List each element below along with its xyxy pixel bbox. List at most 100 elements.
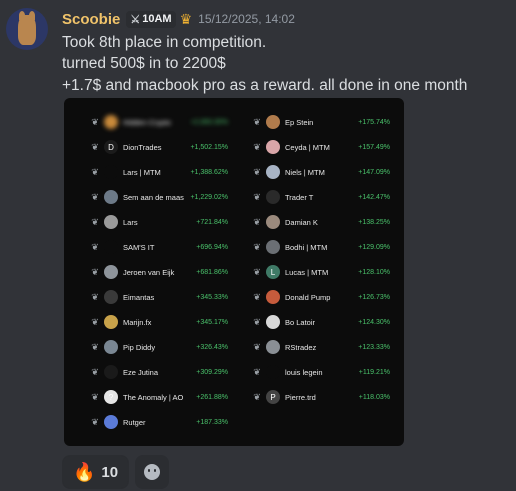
trader-name: Lars | MTM — [123, 167, 161, 177]
laurel-icon: ❦ — [253, 141, 261, 152]
smiley-icon — [144, 464, 161, 480]
trader-name: Ceyda | MTM — [285, 142, 330, 152]
trader-return: +261.88% — [196, 393, 228, 401]
trader-name: DionTrades — [123, 142, 162, 152]
trader-name: Lars — [123, 217, 138, 227]
trader-avatar — [104, 315, 118, 329]
trader-return: +123.33% — [358, 343, 390, 351]
trader-name: Donald Pump — [285, 292, 331, 302]
laurel-icon: ❦ — [253, 266, 261, 277]
leaderboard-row: ❦15Ceyda | MTM+157.49% — [250, 135, 390, 159]
reaction-button[interactable]: 🔥 10 — [62, 455, 130, 489]
trader-name: Marijn.fx — [123, 317, 152, 327]
leaderboard-row: ❦7Jeroen van Eijk+681.86% — [88, 260, 228, 284]
laurel-icon: ❦ — [91, 266, 99, 277]
trader-avatar: ? — [104, 390, 118, 404]
trader-avatar — [104, 265, 118, 279]
trader-avatar: P — [266, 390, 280, 404]
reactions-bar: 🔥 10 — [62, 455, 170, 489]
trader-name: The Anomaly | AO — [123, 392, 184, 402]
leaderboard-row: ❦11Eze Jutina+309.29% — [88, 360, 228, 384]
laurel-icon: ❦ — [91, 241, 99, 252]
trader-return: +118.03% — [358, 393, 390, 401]
leaderboard-row: ❦8Eimantas+345.33% — [88, 285, 228, 309]
leaderboard-row: ❦10Pip Diddy+326.43% — [88, 335, 228, 359]
leaderboard-row: ❦1Hidden Crypto+2,083.30% — [88, 110, 228, 134]
trader-return: +1,388.62% — [190, 168, 228, 176]
trader-name: Bodhi | MTM — [285, 242, 328, 252]
laurel-icon: ❦ — [91, 166, 99, 177]
role-badge[interactable]: ⚔ 10AM — [126, 10, 176, 28]
trader-name: Pip Diddy — [123, 342, 156, 352]
trader-avatar — [266, 315, 280, 329]
trader-avatar — [266, 215, 280, 229]
leaderboard-row: ❦9Marijn.fx+345.17% — [88, 310, 228, 334]
message-header: Scoobie ⚔ 10AM ♛ 15/12/2025, 14:02 — [62, 9, 295, 29]
avatar-figure — [18, 15, 36, 45]
laurel-icon: ❦ — [253, 166, 261, 177]
trader-avatar — [266, 290, 280, 304]
leaderboard-row: ❦14Ep Stein+175.74% — [250, 110, 390, 134]
trader-avatar — [104, 240, 118, 254]
laurel-icon: ❦ — [91, 291, 99, 302]
trader-return: +119.21% — [358, 368, 390, 376]
leaderboard-row: ❦25PPierre.trd+118.03% — [250, 385, 390, 409]
leaderboard-row: ❦24louis legein+119.21% — [250, 360, 390, 384]
laurel-icon: ❦ — [253, 116, 261, 127]
message-line: +1.7$ and macbook pro as a reward. all d… — [62, 77, 468, 94]
laurel-icon: ❦ — [253, 216, 261, 227]
message-line: Took 8th place in competition. — [62, 34, 267, 51]
trader-return: +124.30% — [358, 318, 390, 326]
trader-return: +345.33% — [196, 293, 228, 301]
trader-avatar — [266, 340, 280, 354]
leaderboard-row: ❦16Niels | MTM+147.09% — [250, 160, 390, 184]
role-badge-label: 10AM — [142, 13, 172, 25]
trader-avatar — [266, 365, 280, 379]
leaderboard-row: ❦3Lars | MTM+1,388.62% — [88, 160, 228, 184]
trader-avatar — [104, 415, 118, 429]
leaderboard-row: ❦6SAM'S IT+696.94% — [88, 235, 228, 259]
trader-name: Hidden Crypto — [123, 117, 171, 127]
leaderboard-row: ❦21Donald Pump+126.73% — [250, 285, 390, 309]
user-avatar[interactable] — [6, 8, 48, 50]
trader-avatar — [266, 165, 280, 179]
trader-avatar — [266, 240, 280, 254]
trader-return: +128.10% — [358, 268, 390, 276]
username[interactable]: Scoobie — [62, 11, 120, 28]
trader-return: +126.73% — [358, 293, 390, 301]
trader-name: Bo Latoir — [285, 317, 316, 327]
leaderboard-row: ❦4Sem aan de maas+1,229.02% — [88, 185, 228, 209]
laurel-icon: ❦ — [253, 241, 261, 252]
timestamp[interactable]: 15/12/2025, 14:02 — [198, 12, 295, 26]
leaderboard-row: ❦22Bo Latoir+124.30% — [250, 310, 390, 334]
laurel-icon: ❦ — [253, 191, 261, 202]
trader-name: louis legein — [285, 367, 323, 377]
trader-avatar: L — [266, 265, 280, 279]
trader-name: Jeroen van Eijk — [123, 267, 175, 277]
leaderboard-row: ❦12?The Anomaly | AO+261.88% — [88, 385, 228, 409]
laurel-icon: ❦ — [91, 391, 99, 402]
leaderboard-image[interactable]: ❦1Hidden Crypto+2,083.30%❦2DDionTrades+1… — [64, 98, 404, 446]
trader-return: +175.74% — [358, 118, 390, 126]
trader-return: +2,083.30% — [190, 118, 228, 126]
trader-return: +721.84% — [196, 218, 228, 226]
trader-return: +147.09% — [358, 168, 390, 176]
trader-avatar: D — [104, 140, 118, 154]
trader-avatar — [104, 115, 118, 129]
trader-return: +129.09% — [358, 243, 390, 251]
leaderboard-row: ❦23RStradez+123.33% — [250, 335, 390, 359]
add-reaction-button[interactable] — [135, 455, 170, 489]
message-line: turned 500$ in to 2200$ — [62, 55, 226, 72]
laurel-icon: ❦ — [91, 141, 99, 152]
trader-name: Eimantas — [123, 292, 155, 302]
trader-avatar — [266, 190, 280, 204]
trader-name: Rutger — [123, 417, 146, 427]
trader-avatar — [104, 190, 118, 204]
laurel-icon: ❦ — [91, 341, 99, 352]
trader-avatar — [104, 165, 118, 179]
leaderboard-row: ❦17Trader T+142.47% — [250, 185, 390, 209]
trader-name: Niels | MTM — [285, 167, 325, 177]
laurel-icon: ❦ — [253, 316, 261, 327]
crown-icon: ♛ — [179, 10, 193, 27]
leaderboard-row: ❦18Damian K+138.25% — [250, 210, 390, 234]
